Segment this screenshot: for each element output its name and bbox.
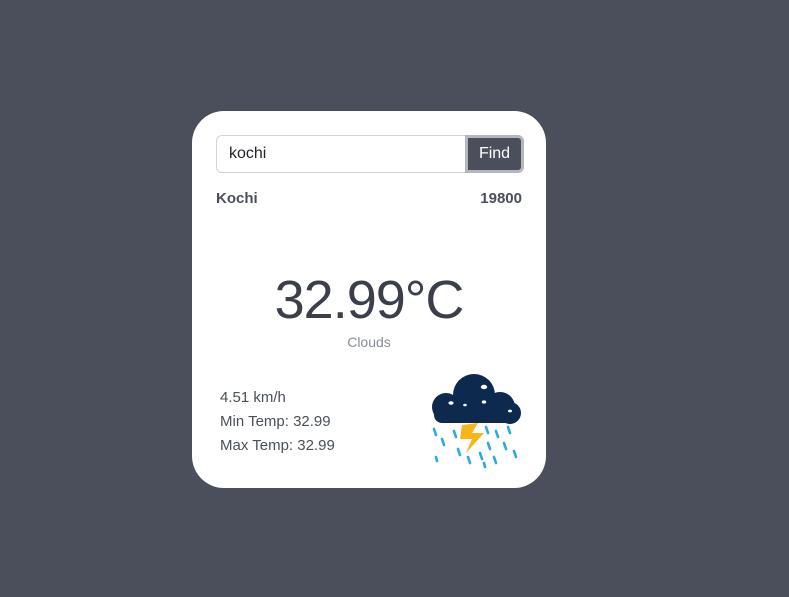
timezone-offset: 19800	[480, 190, 522, 207]
max-temp: Max Temp: 32.99	[220, 437, 335, 454]
wind-speed: 4.51 km/h	[220, 389, 286, 406]
weather-condition: Clouds	[347, 334, 391, 350]
lightning-bolt	[460, 423, 484, 453]
weather-card: Find Kochi 19800 32.99°C Clouds 4.51 km/…	[192, 111, 546, 488]
cloud-shape	[432, 374, 521, 424]
thunderstorm-rain-cloud-icon	[432, 374, 521, 469]
city-search-input[interactable]	[216, 135, 465, 173]
min-temp: Min Temp: 32.99	[220, 413, 331, 430]
temperature-value: 32.99°C	[274, 270, 465, 330]
weather-details: 4.51 km/h Min Temp: 32.99 Max Temp: 32.9…	[220, 386, 335, 458]
search-bar: Find	[216, 135, 524, 173]
city-name: Kochi	[216, 190, 258, 207]
find-button[interactable]: Find	[465, 135, 524, 173]
